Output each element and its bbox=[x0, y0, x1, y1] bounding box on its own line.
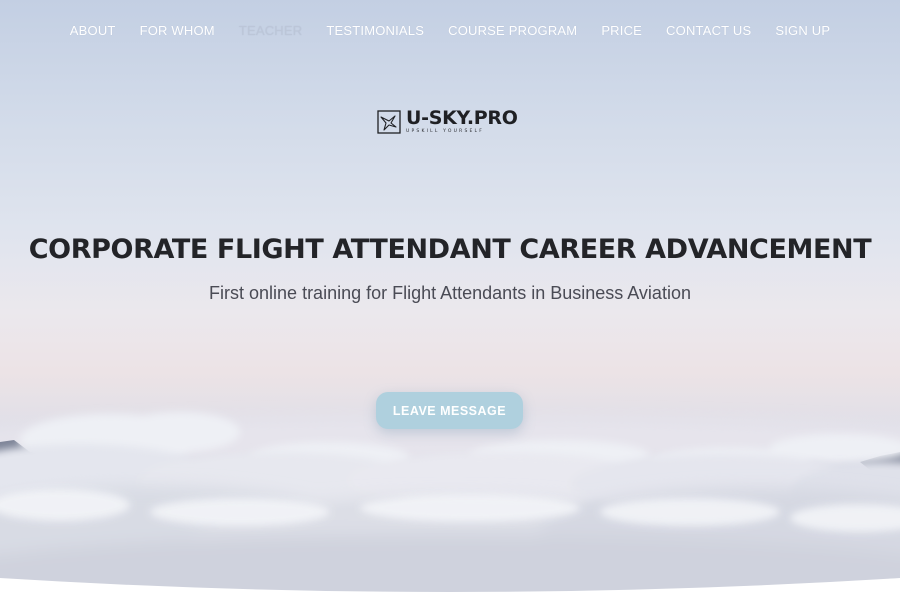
nav-item-sign-up[interactable]: SIGN UP bbox=[775, 23, 830, 38]
hero-headline: CORPORATE FLIGHT ATTENDANT CAREER ADVANC… bbox=[28, 234, 872, 265]
logo-tagline: UPSKILL YOURSELF bbox=[406, 129, 485, 134]
nav-item-for-whom[interactable]: FOR WHOM bbox=[140, 23, 215, 38]
hero-section: ABOUT FOR WHOM TEACHER TESTIMONIALS COUR… bbox=[0, 0, 900, 600]
logo-name: U-SKY.PRO bbox=[406, 107, 518, 129]
nav-item-course-program[interactable]: COURSE PROGRAM bbox=[448, 23, 577, 38]
main-navigation: ABOUT FOR WHOM TEACHER TESTIMONIALS COUR… bbox=[0, 23, 900, 38]
nav-item-contact-us[interactable]: CONTACT US bbox=[666, 23, 751, 38]
nav-item-about[interactable]: ABOUT bbox=[70, 23, 116, 38]
nav-item-teacher[interactable]: TEACHER bbox=[239, 23, 303, 38]
site-logo[interactable]: U-SKY.PRO UPSKILL YOURSELF bbox=[377, 108, 527, 138]
logo-text: U-SKY.PRO UPSKILL YOURSELF bbox=[406, 108, 518, 134]
nav-item-testimonials[interactable]: TESTIMONIALS bbox=[326, 23, 424, 38]
leave-message-button[interactable]: LEAVE MESSAGE bbox=[376, 392, 523, 429]
bird-in-frame-icon bbox=[377, 110, 401, 134]
hero-subheadline: First online training for Flight Attenda… bbox=[209, 283, 691, 303]
nav-item-price[interactable]: PRICE bbox=[601, 23, 642, 38]
